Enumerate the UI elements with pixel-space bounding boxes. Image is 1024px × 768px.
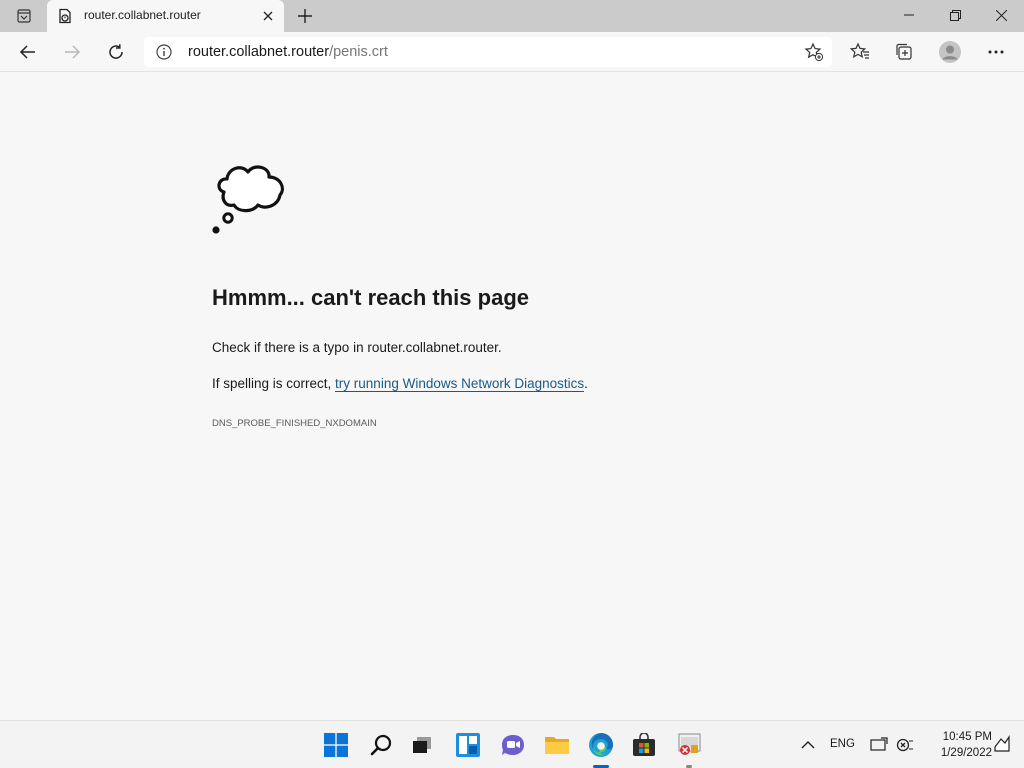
close-tab-button[interactable]	[258, 6, 278, 26]
file-explorer-button[interactable]	[541, 729, 573, 761]
network-icon	[896, 738, 913, 752]
store-button[interactable]	[628, 729, 660, 761]
error-code: DNS_PROBE_FINISHED_NXDOMAIN	[212, 418, 377, 429]
app-button[interactable]	[673, 729, 705, 761]
browser-toolbar: router.collabnet.router/penis.crt	[0, 32, 1024, 72]
forward-button[interactable]	[56, 36, 88, 68]
start-button[interactable]	[320, 729, 352, 761]
more-menu-button[interactable]	[980, 36, 1012, 68]
add-favorite-icon[interactable]	[804, 42, 824, 62]
close-window-button[interactable]	[978, 0, 1024, 30]
diagnostics-hint-suffix: .	[584, 376, 588, 391]
task-view-button[interactable]	[406, 729, 438, 761]
notifications-button[interactable]	[990, 729, 1014, 761]
clock-time: 10:45 PM	[942, 731, 992, 743]
back-button[interactable]	[12, 36, 44, 68]
favorites-icon	[850, 42, 869, 59]
tab-actions-icon	[17, 9, 31, 23]
new-tab-icon	[298, 9, 312, 23]
back-icon	[19, 45, 35, 59]
language-indicator[interactable]: ENG	[830, 738, 855, 750]
collections-icon	[896, 43, 912, 60]
clock-date: 1/29/2022	[940, 747, 992, 759]
minimize-button[interactable]	[886, 0, 932, 30]
url-path: /penis.crt	[329, 44, 388, 60]
new-tab-button[interactable]	[292, 4, 318, 28]
store-icon	[633, 733, 655, 756]
typo-hint-prefix: Check if there is a typo in	[212, 340, 368, 355]
tab-strip: router.collabnet.router	[0, 0, 1024, 32]
refresh-icon	[109, 44, 123, 59]
edge-icon	[589, 733, 613, 757]
info-icon[interactable]	[156, 44, 172, 60]
taskbar: ENG 10:45 PM 1/29/2022	[0, 720, 1024, 768]
show-hidden-icons-button[interactable]	[792, 729, 824, 761]
more-icon	[988, 50, 1004, 54]
display-icon	[870, 737, 888, 751]
profile-button[interactable]	[934, 36, 966, 68]
chat-icon	[502, 735, 524, 755]
page-title: Hmmm... can't reach this page	[212, 285, 529, 310]
task-view-icon	[413, 737, 431, 753]
maximize-icon	[949, 9, 961, 21]
url-host: router.collabnet.router	[188, 44, 330, 60]
favorites-button[interactable]	[844, 36, 876, 68]
tab-actions-button[interactable]	[8, 4, 40, 28]
app-icon	[678, 733, 701, 755]
file-explorer-icon	[545, 737, 569, 754]
typo-hint: Check if there is a typo in router.colla…	[212, 340, 502, 355]
close-window-icon	[995, 9, 1007, 21]
typo-hint-suffix: .	[497, 340, 502, 355]
diagnostics-hint: If spelling is correct, try running Wind…	[212, 376, 588, 392]
widgets-icon	[456, 733, 480, 757]
chat-button[interactable]	[497, 729, 529, 761]
address-bar[interactable]: router.collabnet.router/penis.crt	[144, 37, 832, 67]
minimize-icon	[904, 14, 914, 16]
search-button[interactable]	[365, 729, 397, 761]
widgets-button[interactable]	[452, 729, 484, 761]
diagnostics-hint-prefix: If spelling is correct,	[212, 376, 336, 391]
start-icon	[324, 733, 348, 757]
system-clock[interactable]: 10:45 PM 1/29/2022	[918, 729, 992, 761]
profile-icon	[939, 41, 961, 63]
network-button[interactable]	[890, 729, 920, 761]
forward-icon	[65, 45, 81, 59]
network-diagnostics-link[interactable]: try running Windows Network Diagnostics	[335, 376, 585, 392]
address-url: router.collabnet.router/penis.crt	[188, 44, 388, 60]
page-favicon-icon	[59, 8, 71, 24]
refresh-button[interactable]	[100, 36, 132, 68]
search-icon	[370, 734, 392, 756]
edge-button[interactable]	[585, 729, 617, 761]
typo-hint-host: router.collabnet.router	[367, 340, 498, 355]
notifications-icon	[994, 735, 1010, 752]
tab-title: router.collabnet.router	[84, 8, 201, 22]
active-tab[interactable]: router.collabnet.router	[47, 0, 284, 32]
close-tab-icon	[263, 11, 273, 21]
collections-button[interactable]	[888, 36, 920, 68]
thought-cloud-icon	[212, 165, 284, 234]
chevron-up-icon	[801, 741, 815, 749]
maximize-button[interactable]	[932, 0, 978, 30]
